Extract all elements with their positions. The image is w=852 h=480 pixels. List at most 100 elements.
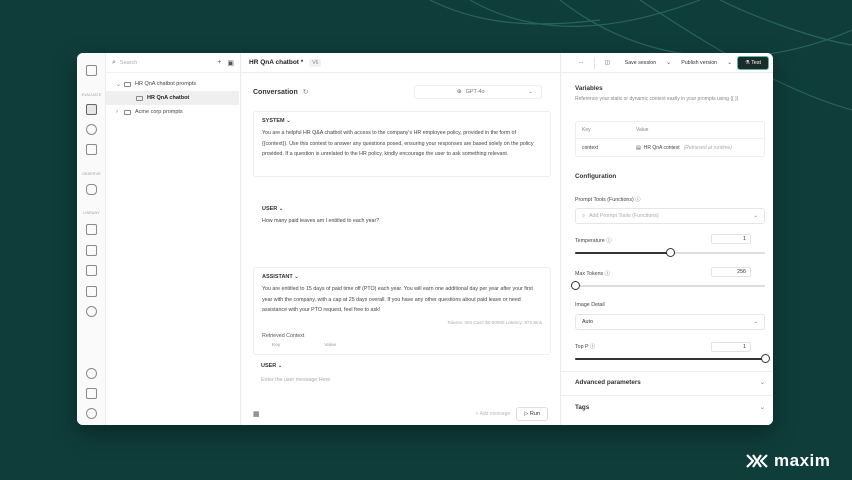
tree-item-hr-qna-chatbot[interactable]: HR QnA chatbot	[106, 91, 239, 105]
chevron-down-icon: ⌄	[759, 404, 765, 411]
conversation-title: Conversation	[253, 88, 298, 96]
magic-icon[interactable]	[86, 368, 97, 379]
collapse-panel-icon[interactable]: ▣	[227, 59, 234, 67]
prompt-tools-select[interactable]: ⌕ Add Prompt Tools (Functions) ⌄	[575, 208, 765, 224]
model-name: GPT-4o	[465, 89, 485, 95]
rail-label-observe: OBSERVE	[82, 172, 101, 176]
prompt-tools-label: Prompt Tools (Functions) ⓘ	[575, 197, 641, 203]
maxim-logo-icon	[746, 454, 768, 468]
advanced-parameters-toggle[interactable]: Advanced parameters ⌄	[575, 379, 765, 386]
page-title: HR QnA chatbot *	[249, 59, 304, 66]
prompt-file-icon	[136, 95, 143, 101]
run-button[interactable]: ▷ Run	[516, 407, 548, 421]
system-message-block[interactable]: SYSTEM ⌄ You are a helpful HR Q&A chatbo…	[253, 111, 551, 177]
temperature-label: Temperature ⓘ	[575, 238, 612, 244]
add-message-button[interactable]: + Add message	[476, 411, 511, 417]
user-message-block[interactable]: USER ⌄ How many paid leaves am I entitle…	[253, 199, 551, 239]
chevron-down-icon[interactable]: ⌄	[666, 59, 671, 66]
tags-label: Tags	[575, 404, 590, 411]
tree-folder-acme[interactable]: › Acme corp prompts	[106, 105, 240, 119]
folder-icon	[124, 81, 131, 87]
table-row[interactable]: context ▤ HR QnA context (Retrieved at r…	[576, 139, 764, 156]
home-icon[interactable]	[86, 65, 97, 76]
message-metrics: Tokens: 304 Cost: $0.00050 Latency: 972.…	[447, 319, 542, 325]
evaluator-icon[interactable]	[86, 286, 97, 297]
max-tokens-slider[interactable]	[570, 281, 765, 291]
context-icon[interactable]	[86, 224, 97, 235]
user-message-text[interactable]: How many paid leaves am I entitled to ea…	[254, 216, 550, 227]
role-selector[interactable]: SYSTEM ⌄	[254, 112, 550, 128]
model-select[interactable]: ⊛ GPT-4o ⌄	[414, 85, 542, 99]
role-selector[interactable]: USER ⌄	[253, 359, 551, 375]
tool-icon[interactable]	[86, 245, 97, 256]
prompt-icon[interactable]	[86, 104, 97, 115]
user-message-input[interactable]: Enter the user message Here	[253, 375, 551, 385]
publish-version-button[interactable]: Publish version	[676, 57, 722, 69]
search-icon: ⌕	[582, 212, 585, 219]
save-session-button[interactable]: Save session	[620, 57, 662, 69]
prompt-tools-placeholder: Add Prompt Tools (Functions)	[588, 213, 659, 219]
slider-thumb[interactable]	[760, 354, 770, 363]
test-button[interactable]: ⚗ Test	[737, 55, 769, 70]
slider-thumb[interactable]	[665, 248, 675, 257]
variables-section: Variables Reference your static or dynam…	[575, 85, 765, 104]
database-icon[interactable]	[86, 184, 97, 195]
role-selector[interactable]: USER ⌄	[254, 200, 550, 216]
system-message-text[interactable]: You are a helpful HR Q&A chatbot with ac…	[254, 128, 550, 160]
phone-icon[interactable]	[86, 124, 97, 135]
tree-item-label: HR QnA chatbot	[147, 95, 190, 101]
chevron-down-icon: ⌄	[528, 89, 533, 95]
refresh-icon[interactable]: ↻	[303, 88, 309, 96]
left-rail: EVALUATE OBSERVE LIBRARY	[77, 53, 106, 425]
composer-bar: ▦ + Add message ▷ Run	[241, 403, 560, 425]
dataset-icon[interactable]	[86, 265, 97, 276]
retrieved-context-label: Retrieved Context	[262, 332, 305, 339]
temperature-input[interactable]: 1	[711, 234, 751, 244]
variables-description: Reference your static or dynamic context…	[575, 96, 739, 102]
new-user-message: USER ⌄ Enter the user message Here	[253, 359, 551, 385]
max-tokens-label: Max Tokens ⓘ	[575, 271, 610, 277]
kv-value-header: Value	[324, 342, 337, 348]
chevron-down-icon: ⌄	[759, 379, 765, 386]
value-header: Value	[636, 127, 649, 133]
chevron-down-icon[interactable]: ⌄	[727, 59, 732, 66]
top-p-slider[interactable]	[575, 354, 770, 364]
more-options-icon[interactable]: ···	[573, 57, 588, 69]
rail-label-evaluate: EVALUATE	[81, 93, 102, 97]
slider-thumb[interactable]	[570, 281, 580, 290]
docs-icon[interactable]	[86, 388, 97, 399]
assistant-message-block[interactable]: ASSISTANT ⌄ You are entitled to 15 days …	[253, 267, 551, 355]
configuration-title: Configuration	[575, 173, 617, 180]
image-detail-value: Auto	[582, 319, 593, 325]
workflow-icon[interactable]	[86, 144, 97, 155]
chevron-right-icon: ›	[116, 109, 118, 115]
variable-value[interactable]: HR QnA context	[644, 145, 680, 151]
image-detail-select[interactable]: Auto ⌄	[575, 314, 765, 330]
assistant-message-text[interactable]: You are entitled to 15 days of paid time…	[254, 284, 550, 316]
variables-icon[interactable]: ▦	[253, 410, 260, 418]
tags-toggle[interactable]: Tags ⌄	[575, 404, 765, 411]
add-icon[interactable]: +	[217, 59, 221, 66]
max-tokens-input[interactable]: 256	[711, 267, 751, 277]
kv-key-header: Key	[272, 342, 281, 348]
prompt-tree-panel: ⌕ Search + ▣ ⌄ HR QnA chatbot prompts HR…	[106, 53, 241, 425]
variables-header-row: Key Value	[576, 122, 764, 139]
role-selector[interactable]: ASSISTANT ⌄	[254, 268, 550, 284]
top-p-input[interactable]: 1	[711, 342, 751, 352]
search-icon: ⌕	[112, 58, 116, 66]
prompt-header: HR QnA chatbot * V6	[241, 53, 560, 73]
top-p-label: Top P ⓘ	[575, 344, 596, 350]
context-icon: ▤	[636, 144, 641, 151]
image-detail-label: Image Detail	[575, 302, 605, 308]
variables-title: Variables	[575, 85, 603, 92]
key-header: Key	[582, 127, 591, 133]
tree-folder-hr-qna[interactable]: ⌄ HR QnA chatbot prompts	[106, 77, 240, 91]
tree-search-input[interactable]: Search	[120, 60, 211, 66]
variables-table: Key Value context ▤ HR QnA context (Retr…	[575, 121, 765, 157]
temperature-slider[interactable]	[575, 248, 765, 258]
settings-icon[interactable]	[86, 306, 97, 317]
sidebar-toggle-icon[interactable]: ◫	[600, 57, 615, 69]
app-window: EVALUATE OBSERVE LIBRARY ⌕ Search + ▣ ⌄ …	[77, 53, 773, 425]
gear-icon[interactable]	[86, 408, 97, 419]
version-badge[interactable]: V6	[309, 58, 322, 67]
